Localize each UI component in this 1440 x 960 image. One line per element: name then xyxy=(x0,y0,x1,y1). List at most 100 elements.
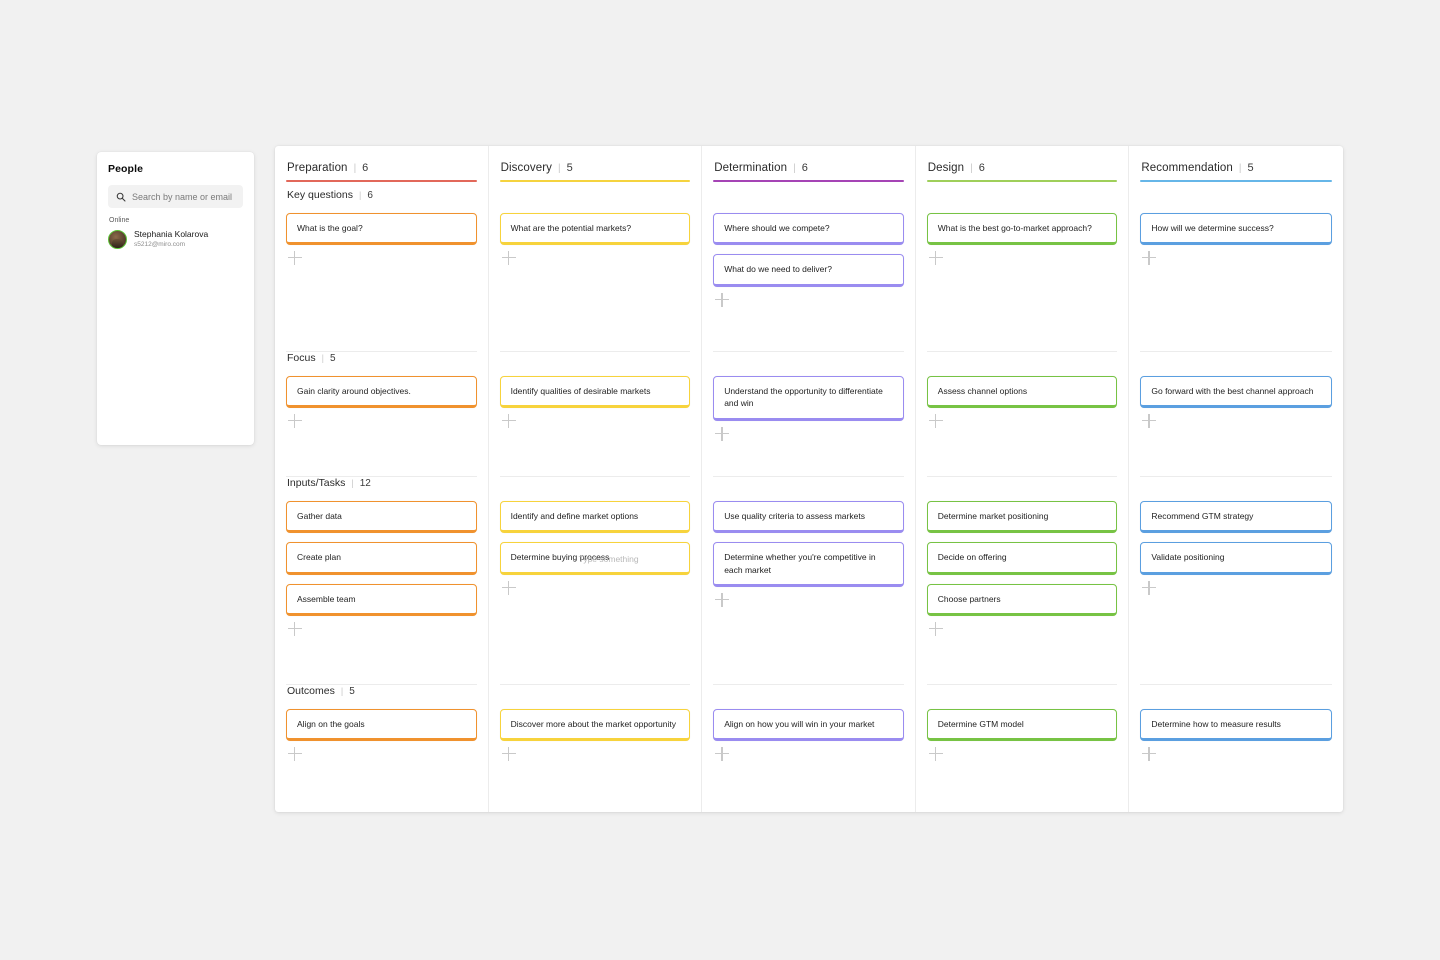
row-separator: | xyxy=(322,353,324,363)
row-band: Outcomes|5Align on the goals xyxy=(286,685,477,770)
sticky-card[interactable]: Gain clarity around objectives. xyxy=(286,376,477,409)
sticky-card[interactable]: How will we determine success? xyxy=(1140,213,1332,246)
person-list-item[interactable]: Stephania Kolarova s5212@miro.com xyxy=(108,229,243,249)
people-search-box[interactable] xyxy=(108,185,243,208)
sticky-card[interactable]: Go forward with the best channel approac… xyxy=(1140,376,1332,409)
column-count: 6 xyxy=(802,162,808,174)
card-text: Identify and define market options xyxy=(511,510,639,523)
add-card-button[interactable] xyxy=(715,427,729,441)
row-label-spacer xyxy=(927,352,1118,367)
people-search-input[interactable] xyxy=(132,192,235,202)
sticky-card[interactable]: Align on how you will win in your market xyxy=(713,709,904,742)
sticky-card[interactable]: Where should we compete? xyxy=(713,213,904,246)
add-card-button[interactable] xyxy=(1142,581,1156,595)
sticky-card[interactable]: Recommend GTM strategy xyxy=(1140,501,1332,534)
add-card-button[interactable] xyxy=(929,414,943,428)
sticky-card[interactable]: Align on the goals xyxy=(286,709,477,742)
sticky-card[interactable]: Choose partners xyxy=(927,584,1118,617)
column-separator: | xyxy=(558,163,561,174)
add-card-button[interactable] xyxy=(1142,747,1156,761)
sticky-card[interactable]: What is the best go-to-market approach? xyxy=(927,213,1118,246)
row-band: Align on how you will win in your market xyxy=(713,685,904,770)
sticky-card[interactable]: Determine how to measure results xyxy=(1140,709,1332,742)
column-header: Recommendation|5 xyxy=(1140,162,1332,182)
sticky-card[interactable]: Gather data xyxy=(286,501,477,534)
row-label-spacer xyxy=(500,189,691,204)
sticky-card[interactable]: Determine market positioning xyxy=(927,501,1118,534)
sticky-card[interactable]: Identify and define market options xyxy=(500,501,691,534)
sticky-card[interactable]: Assemble team xyxy=(286,584,477,617)
card-stack: Determine GTM model xyxy=(927,709,1118,742)
add-card-button[interactable] xyxy=(288,747,302,761)
column-separator: | xyxy=(1239,163,1242,174)
card-text: Align on the goals xyxy=(297,718,365,731)
row-label-spacer xyxy=(500,685,691,700)
add-card-button[interactable] xyxy=(502,581,516,595)
add-card-button[interactable] xyxy=(1142,414,1156,428)
sticky-card[interactable]: What are the potential markets? xyxy=(500,213,691,246)
card-text: Gain clarity around objectives. xyxy=(297,385,411,398)
sticky-card[interactable]: What do we need to deliver? xyxy=(713,254,904,287)
row-separator: | xyxy=(359,190,361,200)
column-header: Discovery|5 xyxy=(500,162,691,182)
sticky-card[interactable]: Determine buying processType something xyxy=(500,542,691,575)
add-card-button[interactable] xyxy=(502,747,516,761)
row-label-spacer xyxy=(1140,477,1332,492)
card-stack: Use quality criteria to assess markets De… xyxy=(713,501,904,588)
column-accent-rule xyxy=(1140,180,1332,182)
add-card-button[interactable] xyxy=(288,622,302,636)
sticky-card[interactable]: Determine GTM model xyxy=(927,709,1118,742)
column-title: Recommendation xyxy=(1141,162,1233,174)
column-title: Design xyxy=(928,162,964,174)
sticky-card[interactable]: Understand the opportunity to differenti… xyxy=(713,376,904,421)
board-column: Determination|6Where should we compete?W… xyxy=(702,146,916,812)
sticky-card[interactable]: What is the goal? xyxy=(286,213,477,246)
sticky-card[interactable]: Assess channel options xyxy=(927,376,1118,409)
column-title: Determination xyxy=(714,162,787,174)
sticky-card[interactable]: Identify qualities of desirable markets xyxy=(500,376,691,409)
row-band: Identify and define market options Determ… xyxy=(500,477,691,685)
row-name: Outcomes xyxy=(287,685,335,697)
row-label: Key questions|6 xyxy=(286,189,477,204)
sticky-card[interactable]: Determine whether you're competitive in … xyxy=(713,542,904,587)
card-text: Discover more about the market opportuni… xyxy=(511,718,676,731)
card-stack: Discover more about the market opportuni… xyxy=(500,709,691,742)
column-header: Determination|6 xyxy=(713,162,904,182)
sticky-card[interactable]: Discover more about the market opportuni… xyxy=(500,709,691,742)
add-card-button[interactable] xyxy=(1142,251,1156,265)
person-email: s5212@miro.com xyxy=(134,240,208,249)
card-text: What is the goal? xyxy=(297,222,363,235)
row-name: Focus xyxy=(287,352,316,364)
row-band: What is the best go-to-market approach? xyxy=(927,189,1118,352)
add-card-button[interactable] xyxy=(715,293,729,307)
board-column: Discovery|5 What are the potential market… xyxy=(489,146,703,812)
sticky-card[interactable]: Create plan xyxy=(286,542,477,575)
add-card-button[interactable] xyxy=(502,251,516,265)
sticky-card[interactable]: Validate positioning xyxy=(1140,542,1332,575)
avatar xyxy=(108,230,127,249)
add-card-button[interactable] xyxy=(929,251,943,265)
card-text: Recommend GTM strategy xyxy=(1151,510,1253,523)
row-band: Assess channel options xyxy=(927,352,1118,477)
card-stack: Understand the opportunity to differenti… xyxy=(713,376,904,421)
add-card-button[interactable] xyxy=(929,747,943,761)
add-card-button[interactable] xyxy=(288,251,302,265)
column-separator: | xyxy=(354,163,357,174)
row-name: Key questions xyxy=(287,189,353,201)
row-band: Focus | 5 Gain clarity around objectives. xyxy=(286,352,477,477)
add-card-button[interactable] xyxy=(929,622,943,636)
card-stack: Align on how you will win in your market xyxy=(713,709,904,742)
card-text: What are the potential markets? xyxy=(511,222,631,235)
row-label: Focus | 5 xyxy=(286,352,477,367)
card-stack: Identify qualities of desirable markets xyxy=(500,376,691,409)
row-count: 5 xyxy=(349,686,355,697)
add-card-button[interactable] xyxy=(715,747,729,761)
add-card-button[interactable] xyxy=(288,414,302,428)
row-band: Recommend GTM strategy Validate positioni… xyxy=(1140,477,1332,685)
sticky-card[interactable]: Use quality criteria to assess markets xyxy=(713,501,904,534)
card-stack: Where should we compete? What do we need … xyxy=(713,213,904,287)
add-card-button[interactable] xyxy=(715,593,729,607)
add-card-button[interactable] xyxy=(502,414,516,428)
sticky-card[interactable]: Decide on offering xyxy=(927,542,1118,575)
row-count: 5 xyxy=(330,353,336,364)
